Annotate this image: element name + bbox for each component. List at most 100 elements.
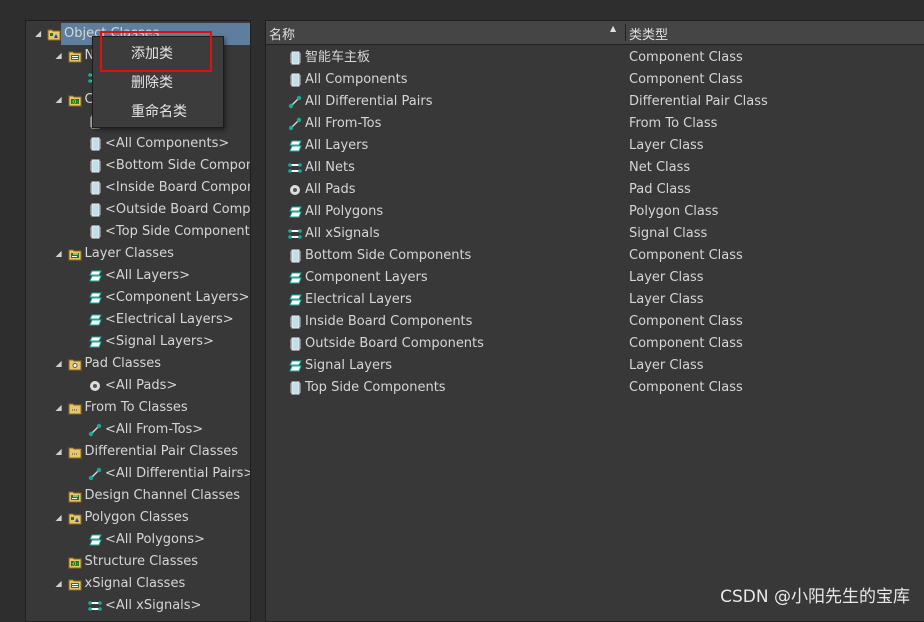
class-name: Electrical Layers — [305, 292, 412, 307]
column-header-name[interactable]: 名称 — [269, 24, 295, 43]
layer-icon — [89, 314, 102, 326]
tree-item-label: <Bottom Side Components> — [105, 158, 250, 173]
tree-item-label: From To Classes — [84, 400, 188, 415]
column-divider[interactable] — [625, 24, 626, 41]
menu-item-delete-class[interactable]: 删除类 — [131, 72, 173, 92]
list-row[interactable]: Electrical Layers Layer Class — [266, 289, 924, 311]
class-name: All Layers — [305, 138, 369, 153]
class-name: Outside Board Components — [305, 336, 484, 351]
class-type: Net Class — [629, 160, 691, 175]
class-type: Component Class — [629, 380, 743, 395]
expand-toggle-icon[interactable]: ◢ — [56, 573, 66, 595]
tree-item[interactable]: <Outside Board Components> — [26, 199, 250, 221]
component-icon — [90, 181, 101, 195]
tree-item-label: Layer Classes — [84, 246, 174, 261]
class-type: Layer Class — [629, 358, 704, 373]
class-type: Polygon Class — [629, 204, 719, 219]
expand-toggle-icon[interactable]: ◢ — [56, 507, 66, 529]
column-header-type[interactable]: 类类型 — [629, 24, 668, 43]
net-icon — [288, 163, 302, 173]
class-type: Layer Class — [629, 138, 704, 153]
component-icon — [290, 73, 301, 87]
class-type: Layer Class — [629, 292, 704, 307]
tree-item[interactable]: <All Differential Pairs> — [26, 463, 250, 485]
class-name: All Components — [305, 72, 408, 87]
tree-item[interactable]: <All Layers> — [26, 265, 250, 287]
tree-item[interactable]: <Top Side Components> — [26, 221, 250, 243]
sort-ascending-icon[interactable]: ▲ — [610, 24, 616, 33]
component-icon — [290, 337, 301, 351]
tree-item-label: Design Channel Classes — [84, 488, 241, 503]
tree-item-label: Structure Classes — [84, 554, 199, 569]
tree-item[interactable]: ◢ Polygon Classes — [26, 507, 250, 529]
tree-item[interactable]: ◢ xSignal Classes — [26, 573, 250, 595]
watermark: CSDN @小阳先生的宝库 — [720, 587, 910, 607]
list-row[interactable]: All From-Tos From To Class — [266, 113, 924, 135]
class-type: Differential Pair Class — [629, 94, 768, 109]
class-name: All From-Tos — [305, 116, 382, 131]
tree-item[interactable]: ◢ Pad Classes — [26, 353, 250, 375]
class-list[interactable]: 名称 ▲ 类类型 智能车主板 Component Class All Compone… — [265, 20, 924, 622]
tree-item[interactable]: <All Pads> — [26, 375, 250, 397]
tree-item[interactable]: <Component Layers> — [26, 287, 250, 309]
tree-item-label: <Component Layers> — [105, 290, 250, 305]
class-name: Bottom Side Components — [305, 248, 472, 263]
class-type: Component Class — [629, 248, 743, 263]
class-name: Top Side Components — [305, 380, 446, 395]
expand-toggle-icon[interactable]: ◢ — [56, 243, 66, 265]
menu-item-rename-class[interactable]: 重命名类 — [131, 101, 187, 121]
tree-item[interactable]: ◢ Differential Pair Classes — [26, 441, 250, 463]
list-row[interactable]: All Pads Pad Class — [266, 179, 924, 201]
fromto-icon — [88, 423, 102, 437]
list-row[interactable]: Bottom Side Components Component Class — [266, 245, 924, 267]
tree-item[interactable]: <All Components> — [26, 133, 250, 155]
expand-toggle-icon[interactable]: ◢ — [35, 23, 45, 45]
folder-component-icon: :0: — [68, 95, 81, 107]
expand-toggle-icon[interactable]: ◢ — [56, 89, 66, 111]
tree-item[interactable]: <Electrical Layers> — [26, 309, 250, 331]
expand-toggle-icon[interactable]: ◢ — [56, 397, 66, 419]
class-type: Component Class — [629, 72, 743, 87]
component-icon — [290, 51, 301, 65]
tree-item-label: <All Polygons> — [105, 532, 205, 547]
net-icon — [288, 229, 302, 239]
list-row[interactable]: All Layers Layer Class — [266, 135, 924, 157]
component-icon — [290, 315, 301, 329]
list-row[interactable]: Component Layers Layer Class — [266, 267, 924, 289]
tree-item[interactable]: ◢ Layer Classes — [26, 243, 250, 265]
class-name: Component Layers — [305, 270, 428, 285]
layer-icon — [289, 140, 302, 152]
tree-item-label: <Top Side Components> — [105, 224, 250, 239]
list-row[interactable]: All xSignals Signal Class — [266, 223, 924, 245]
list-row[interactable]: Inside Board Components Component Class — [266, 311, 924, 333]
list-header: 名称 ▲ 类类型 — [266, 21, 924, 45]
tree-item[interactable]: <Signal Layers> — [26, 331, 250, 353]
class-type: Pad Class — [629, 182, 691, 197]
list-row[interactable]: Outside Board Components Component Class — [266, 333, 924, 355]
list-row[interactable]: All Components Component Class — [266, 69, 924, 91]
class-name: All Pads — [305, 182, 356, 197]
tree-item[interactable]: :0: Structure Classes — [26, 551, 250, 573]
list-row[interactable]: All Nets Net Class — [266, 157, 924, 179]
tree-item[interactable]: Design Channel Classes — [26, 485, 250, 507]
layer-icon — [289, 360, 302, 372]
tree-item[interactable]: ◢ From To Classes — [26, 397, 250, 419]
list-row[interactable]: All Polygons Polygon Class — [266, 201, 924, 223]
tree-item[interactable]: <Bottom Side Components> — [26, 155, 250, 177]
expand-toggle-icon[interactable]: ◢ — [56, 45, 66, 67]
tree-item[interactable]: <Inside Board Components> — [26, 177, 250, 199]
list-row[interactable]: 智能车主板 Component Class — [266, 47, 924, 69]
tree-item[interactable]: <All xSignals> — [26, 595, 250, 617]
tree-item[interactable]: <All From-Tos> — [26, 419, 250, 441]
list-row[interactable]: All Differential Pairs Differential Pair … — [266, 91, 924, 113]
list-row[interactable]: Top Side Components Component Class — [266, 377, 924, 399]
tree-item-label: <All Pads> — [105, 378, 178, 393]
pad-icon — [90, 381, 100, 391]
expand-toggle-icon[interactable]: ◢ — [56, 441, 66, 463]
expand-toggle-icon[interactable]: ◢ — [56, 353, 66, 375]
tree-item[interactable]: <All Polygons> — [26, 529, 250, 551]
list-row[interactable]: Signal Layers Layer Class — [266, 355, 924, 377]
component-icon — [90, 203, 101, 217]
component-icon — [90, 137, 101, 151]
tree-item-label: <Outside Board Components> — [105, 202, 251, 217]
